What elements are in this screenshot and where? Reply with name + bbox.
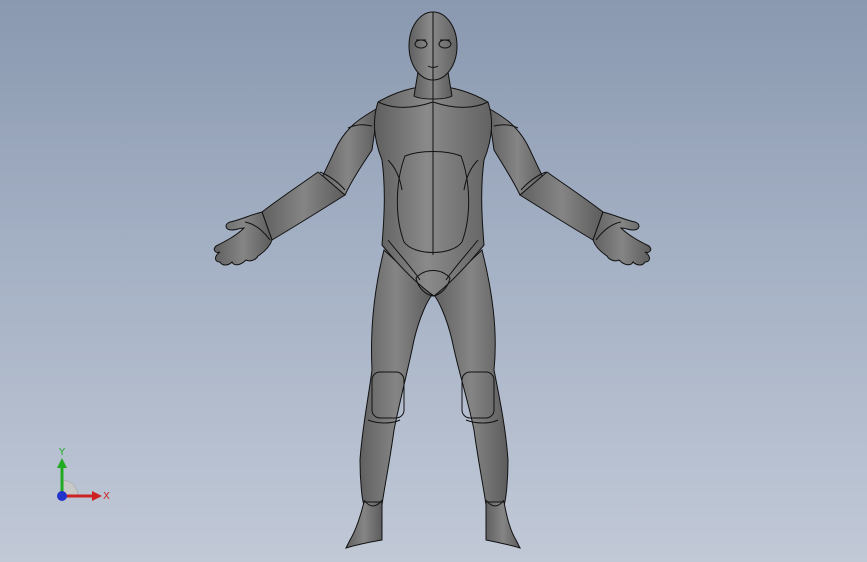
x-axis-label: X bbox=[103, 491, 110, 502]
left-foot bbox=[345, 501, 383, 549]
y-axis-label: Y bbox=[58, 447, 66, 458]
cad-graphics-viewport[interactable]: Y X bbox=[0, 0, 867, 562]
x-axis-arrow bbox=[92, 491, 102, 501]
left-hand bbox=[213, 211, 273, 266]
axis-triad: Y X bbox=[57, 447, 110, 502]
y-axis-arrow bbox=[57, 458, 67, 468]
right-hand bbox=[592, 211, 652, 266]
human-figure-model[interactable] bbox=[0, 0, 867, 562]
right-foot bbox=[485, 501, 521, 549]
z-axis-dot bbox=[57, 491, 67, 501]
